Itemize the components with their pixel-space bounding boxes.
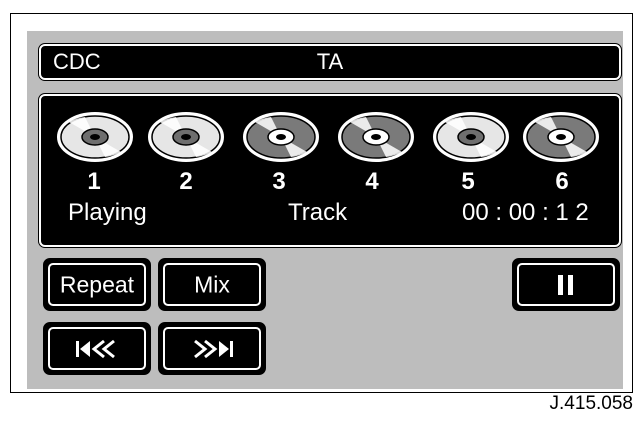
repeat-label: Repeat	[59, 271, 135, 297]
figure-code: J.415.058	[549, 393, 633, 414]
mix-label: Mix	[194, 271, 230, 297]
disc-4-icon[interactable]	[336, 110, 416, 164]
mix-button[interactable]: Mix	[158, 258, 266, 311]
disc-3-icon[interactable]	[241, 110, 321, 164]
pause-icon	[558, 274, 573, 295]
elapsed-time: 00 : 00 : 1 2	[462, 199, 589, 226]
disc-2-icon[interactable]	[146, 110, 226, 164]
repeat-button[interactable]: Repeat	[43, 258, 151, 311]
previous-track-button[interactable]	[43, 322, 151, 375]
skip-back-icon	[76, 339, 115, 358]
disc-1-icon[interactable]	[55, 110, 135, 164]
disc-4-number: 4	[365, 168, 379, 195]
disc-1-number: 1	[87, 168, 101, 195]
track-label: Track	[288, 199, 348, 226]
ta-label: TA	[316, 49, 344, 74]
disc-5-number: 5	[461, 168, 475, 195]
disc-3-number: 3	[272, 168, 286, 195]
pause-button[interactable]	[512, 258, 620, 311]
header-bar: CDC TA	[39, 44, 621, 80]
disc-2-number: 2	[179, 168, 193, 195]
next-track-button[interactable]	[158, 322, 266, 375]
playing-status: Playing	[68, 199, 147, 226]
disc-6-number: 6	[555, 168, 569, 195]
skip-forward-icon	[194, 339, 233, 358]
disc-5-icon[interactable]	[431, 110, 511, 164]
disc-6-icon[interactable]	[521, 110, 601, 164]
